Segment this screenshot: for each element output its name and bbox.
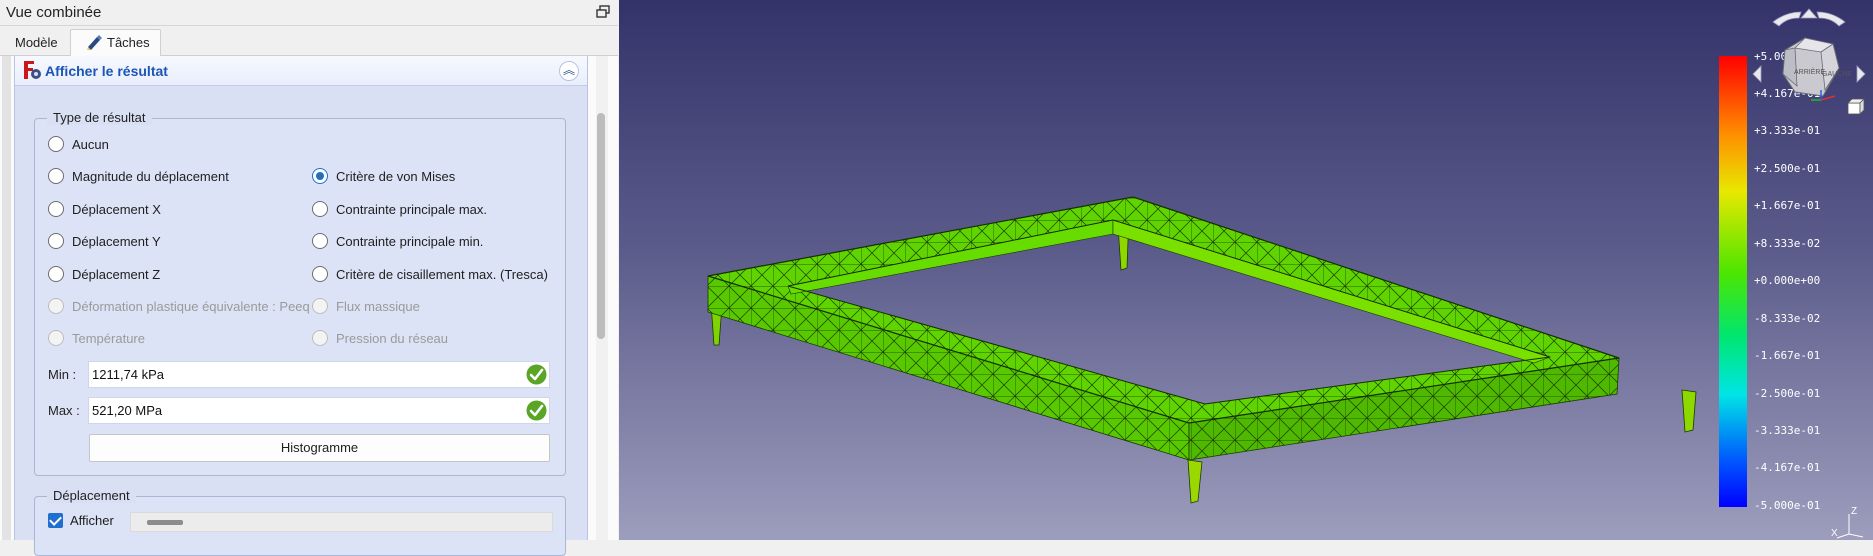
radio-label: Température [72,331,145,346]
tab-model-label: Modèle [15,35,58,50]
radio-label: Flux massique [336,299,420,314]
radio-circle [312,266,328,282]
radio-displacement-y[interactable]: Déplacement Y [48,233,161,253]
radio-displacement-z[interactable]: Déplacement Z [48,266,160,286]
radio-circle [48,168,64,184]
result-type-group-title: Type de résultat [47,110,152,125]
histogram-button[interactable]: Histogramme [89,434,550,462]
tab-tasks[interactable]: Tâches [70,29,161,56]
radio-label: Pression du réseau [336,331,449,346]
axis-x-label: X [1831,528,1838,539]
panel-title: Afficher le résultat [45,63,168,79]
radio-mass-flow[interactable]: Flux massique [312,298,420,318]
radio-label: Déplacement X [72,202,161,217]
panel-header: Afficher le résultat ︽ [15,56,587,86]
radio-circle [312,168,328,184]
radio-label: Contrainte principale min. [336,234,484,249]
dock-title: Vue combinée [6,4,102,21]
axis-indicator: Z X [1829,502,1869,540]
radio-label: Déplacement Z [72,267,161,282]
scale-label: +1.667e-01 [1754,199,1821,212]
max-value-field[interactable]: 521,20 MPa [88,397,550,424]
radio-peeq[interactable]: Déformation plastique équivalente : Peeq [48,298,310,318]
scale-label: -4.167e-01 [1754,461,1821,474]
scale-label: -8.333e-02 [1754,312,1821,325]
show-displacement-label: Afficher [70,513,114,528]
cube-face-left[interactable]: GAUCHE [1822,71,1852,78]
radio-label: Critère de cisaillement max. (Tresca) [336,267,548,282]
cube-face-back[interactable]: ARRIÈRE [1794,67,1825,76]
collapse-panel-button[interactable]: ︽ [559,61,579,81]
radio-label: Déformation plastique équivalente : Peeq [72,299,310,314]
radio-circle [312,201,328,217]
radio-circle [312,298,328,314]
scale-label: -1.667e-01 [1754,349,1821,362]
min-label: Min : [48,367,77,382]
radio-displacement-magnitude[interactable]: Magnitude du déplacement [48,168,229,188]
radio-none[interactable]: Aucun [48,136,109,156]
radio-max-principal-stress[interactable]: Contrainte principale max. [312,201,487,221]
pencil-icon [85,33,103,51]
scale-label: -5.000e-01 [1754,499,1821,512]
axis-z-label: Z [1851,506,1857,517]
radio-label: Critère de von Mises [336,169,456,184]
radio-min-principal-stress[interactable]: Contrainte principale min. [312,233,483,253]
radio-circle [48,233,64,249]
radio-label: Magnitude du déplacement [72,169,229,184]
radio-von-mises[interactable]: Critère de von Mises [312,168,455,188]
scale-label: -2.500e-01 [1754,387,1821,400]
tab-tasks-label: Tâches [107,35,150,50]
min-value: 1211,74 kPa [92,367,165,382]
max-value: 521,20 MPa [92,403,163,418]
fem-result-icon [21,59,43,81]
radio-label: Aucun [72,137,109,152]
dock-titlebar: Vue combinée [0,0,618,26]
radio-tresca[interactable]: Critère de cisaillement max. (Tresca) [312,266,548,286]
radio-label: Contrainte principale max. [336,202,488,217]
3d-viewport[interactable]: +5.000e-01 +4.167e-01 +3.333e-01 +2.500e… [619,0,1873,540]
tab-model[interactable]: Modèle [4,29,69,56]
radio-circle [312,330,328,346]
combined-view-panel: Vue combinée Modèle Tâches Afficher le r… [0,0,618,556]
scrollbar-thumb[interactable] [597,113,605,339]
displacement-group-title: Déplacement [47,488,136,503]
radio-label: Déplacement Y [72,234,161,249]
radio-circle [48,136,64,152]
radio-temperature[interactable]: Température [48,330,145,350]
scale-label: +8.333e-02 [1754,237,1821,250]
radio-network-pressure[interactable]: Pression du réseau [312,330,448,350]
radio-displacement-x[interactable]: Déplacement X [48,201,161,221]
task-area-left-border [2,56,11,540]
check-icon [526,400,547,421]
fem-mesh-model [707,196,1697,504]
check-icon [526,364,547,385]
slider-handle[interactable] [147,520,183,525]
radio-circle [312,233,328,249]
max-label: Max : [48,403,80,418]
view-menu-cube-icon [1847,98,1865,115]
navigation-cube[interactable]: ARRIÈRE GAUCHE [1749,4,1869,122]
radio-circle [48,266,64,282]
radio-circle [48,201,64,217]
float-window-icon[interactable] [596,5,610,19]
scale-label: +2.500e-01 [1754,162,1821,175]
radio-circle [48,298,64,314]
scale-label: +3.333e-01 [1754,124,1821,137]
radio-circle [48,330,64,346]
displacement-factor-slider[interactable] [130,512,553,532]
checkbox-box [48,513,63,528]
scale-label: -3.333e-01 [1754,424,1821,437]
scale-label: +0.000e+00 [1754,274,1821,287]
color-scale-bar [1719,56,1747,507]
tab-bar: Modèle Tâches [0,26,618,56]
show-displacement-checkbox[interactable]: Afficher [48,513,114,528]
min-value-field[interactable]: 1211,74 kPa [88,361,550,388]
